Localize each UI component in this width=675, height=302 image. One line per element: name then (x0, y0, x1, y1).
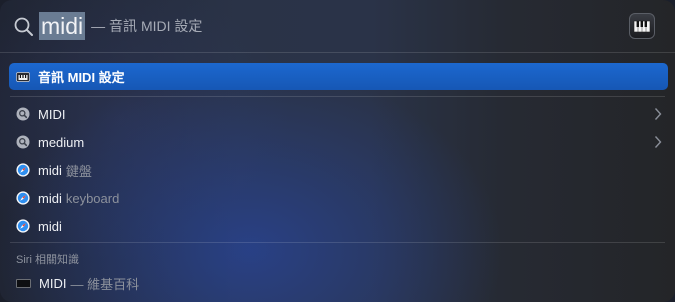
search-icon (16, 135, 30, 149)
search-bar[interactable]: midi — 音訊 MIDI 設定 (0, 0, 675, 52)
list-item[interactable]: midi 鍵盤 (9, 156, 668, 184)
search-query[interactable]: midi (39, 12, 86, 40)
search-icon (14, 17, 33, 36)
result-secondary: 鍵盤 (65, 163, 92, 179)
result-label: midi (38, 162, 62, 178)
list-item[interactable]: medium (9, 128, 668, 156)
search-icon (16, 107, 30, 121)
spotlight-window: midi — 音訊 MIDI 設定 音訊 MIDI 設定 MIDI medium… (0, 0, 675, 302)
top-hit-label: 音訊 MIDI 設定 (38, 70, 125, 85)
safari-compass-icon (16, 219, 30, 233)
result-label: midi (38, 190, 62, 206)
result-label: medium (38, 134, 85, 150)
section-divider (10, 96, 665, 97)
safari-compass-icon (16, 191, 30, 205)
list-item[interactable]: midi keyboard (9, 184, 668, 212)
siri-item-secondary: — 維基百科 (70, 276, 140, 292)
section-divider (10, 242, 665, 243)
top-hit-row[interactable]: 音訊 MIDI 設定 (9, 63, 668, 90)
midi-logo-icon (16, 278, 31, 288)
safari-compass-icon (16, 163, 30, 177)
search-suggestion: — 音訊 MIDI 設定 (91, 18, 203, 34)
siri-knowledge-item[interactable]: MIDI — 維基百科 (9, 269, 668, 297)
list-item[interactable]: MIDI (9, 100, 668, 128)
chevron-right-icon (654, 136, 662, 148)
siri-section-title: Siri 相關知識 (16, 254, 79, 266)
result-label: MIDI (38, 106, 66, 122)
search-divider (0, 52, 675, 53)
piano-keyboard-icon (629, 13, 655, 39)
chevron-right-icon (654, 108, 662, 120)
piano-keyboard-icon (16, 71, 30, 82)
result-label: midi (38, 218, 62, 234)
list-item[interactable]: midi (9, 212, 668, 240)
search-field[interactable]: midi — 音訊 MIDI 設定 (39, 11, 202, 41)
siri-item-label: MIDI (39, 275, 67, 291)
result-secondary: keyboard (65, 190, 120, 206)
